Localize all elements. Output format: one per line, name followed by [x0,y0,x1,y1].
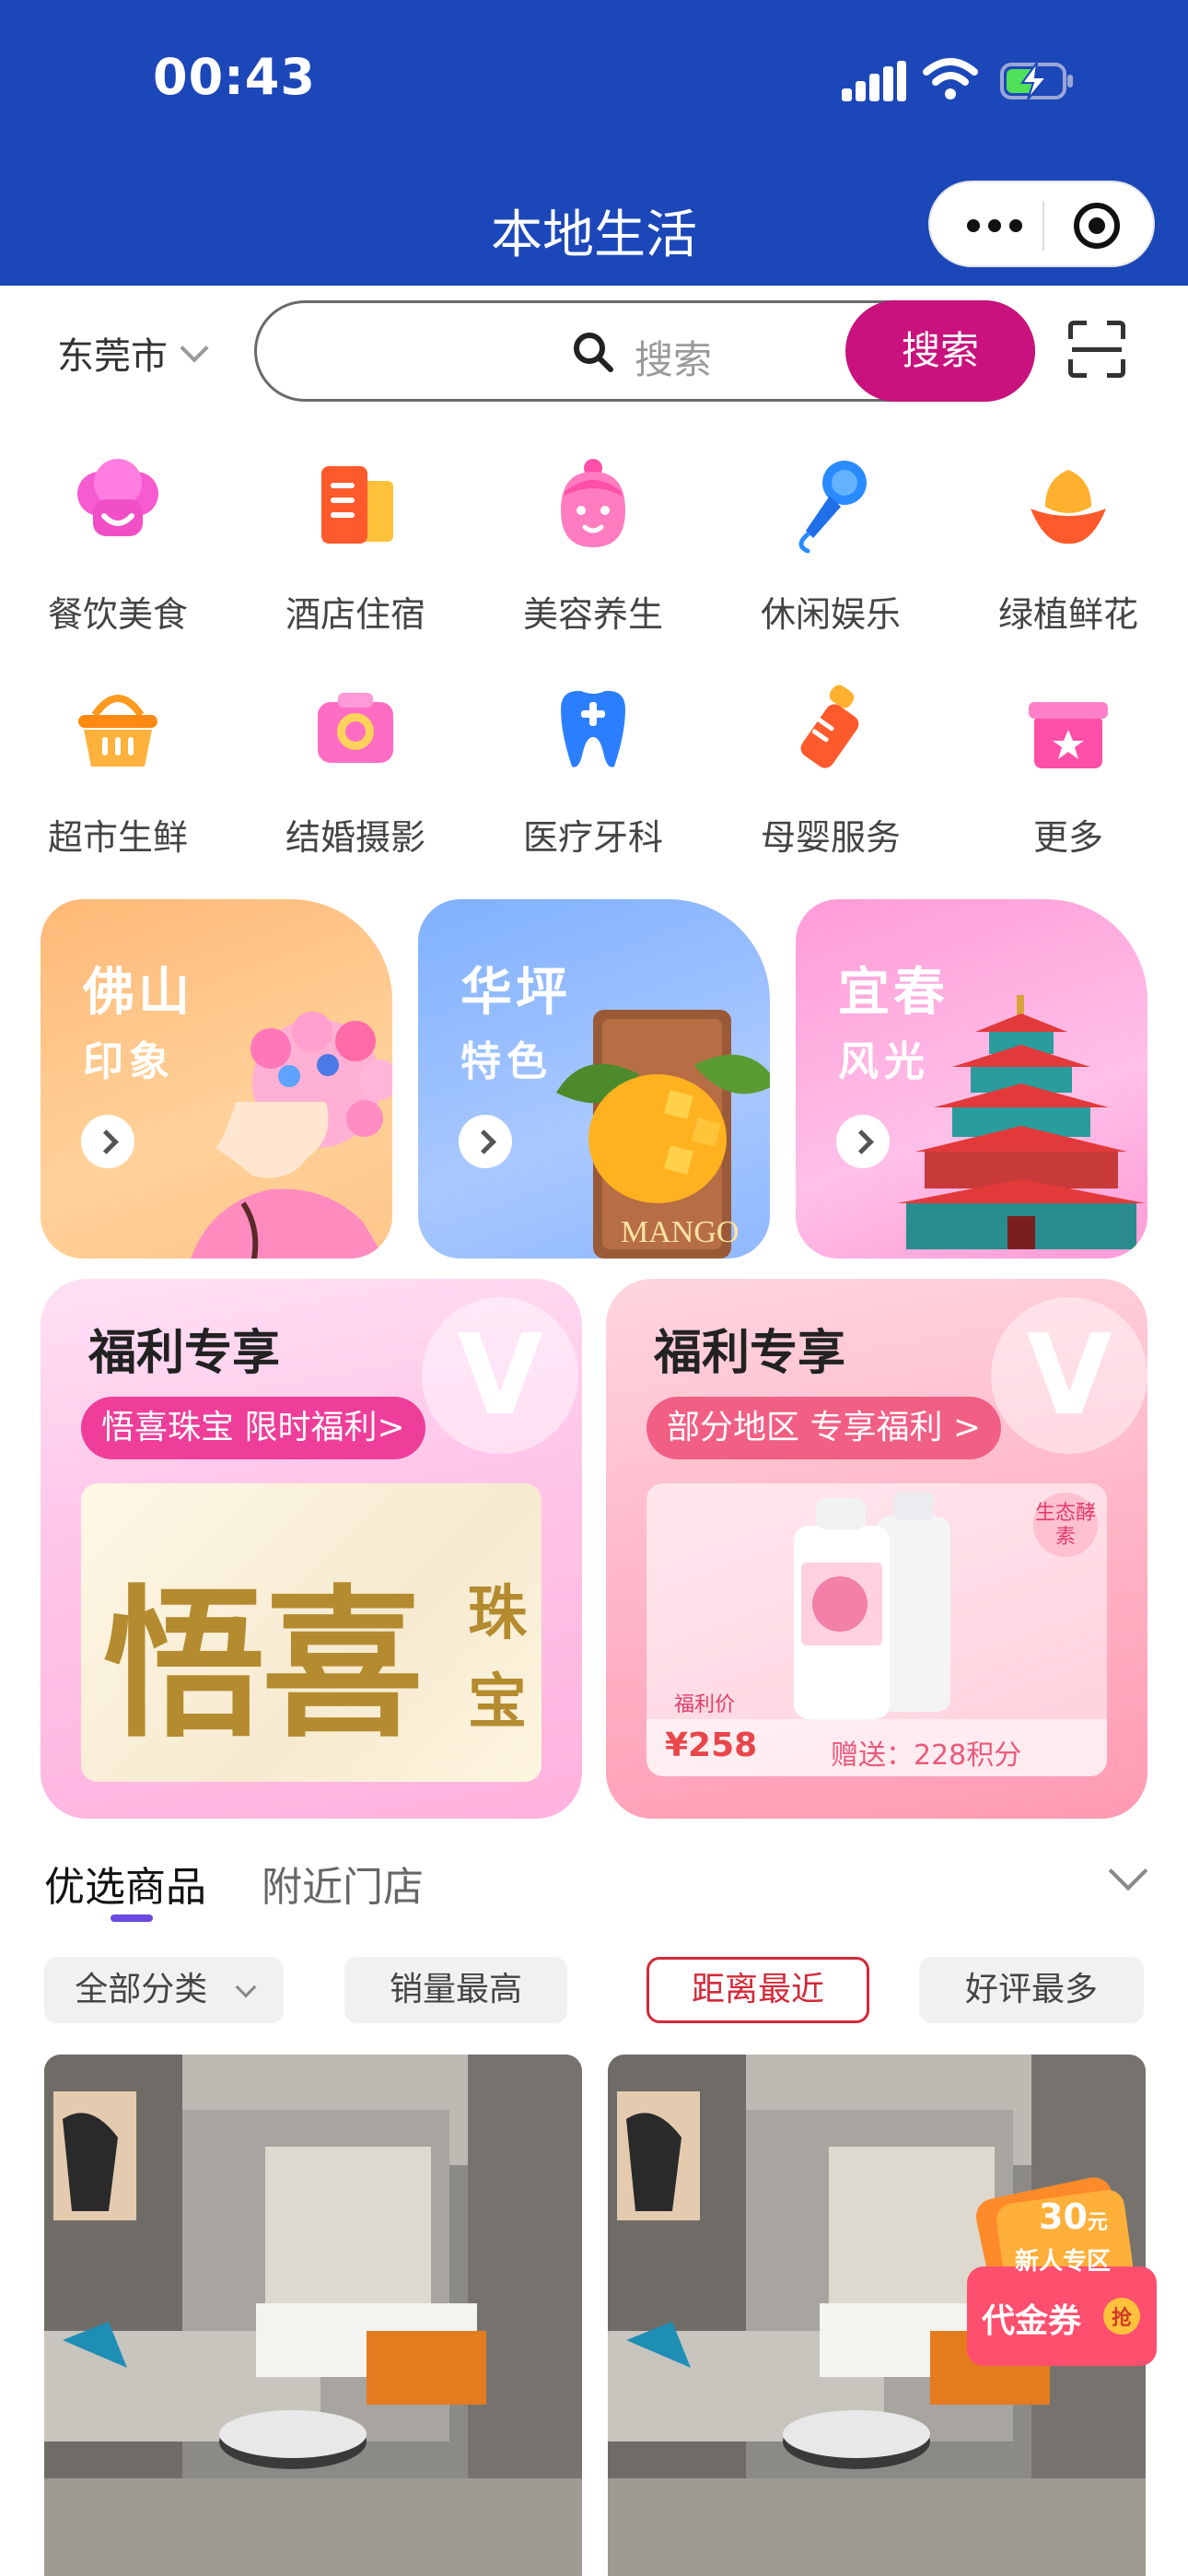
banner-subtitle: 风光 [838,1038,930,1085]
capsule-divider [1042,201,1044,251]
banner-subtitle: 特色 [460,1038,553,1085]
coupon-amount: 30元 [1039,2196,1108,2237]
hotel-room-photo [44,2055,582,2576]
app-header: 00:43 本地生活 [0,0,1188,286]
banner-title: 宜春 [838,963,949,1023]
tab-nearby-stores[interactable]: 附近门店 [262,1854,424,1913]
category-label: 酒店住宿 [285,594,425,635]
city-selector[interactable]: 东莞市 [57,326,209,380]
gift-points: 赠送：228积分 [831,1739,1022,1772]
category-more[interactable]: 更多 [976,678,1160,860]
coupon-grab-badge: 抢 [1111,2307,1132,2330]
price-label: 福利价 [674,1693,736,1716]
filter-label: 全部分类 [75,1971,208,2008]
filter-all-categories[interactable]: 全部分类 [44,1957,284,2023]
miniapp-capsule [928,181,1155,267]
mango-text: MANGO [621,1215,739,1249]
category-label: 超市生鲜 [47,817,188,858]
camera-icon [318,693,393,763]
category-label: 休闲娱乐 [760,594,901,635]
welfare-card-jewelry[interactable]: 福利专享 V 悟喜珠宝 限时福利> 悟喜 珠 宝 [41,1279,582,1819]
vip-badge-icon: V [422,1297,578,1454]
category-wedding-photo[interactable]: 结婚摄影 [263,678,448,860]
category-label: 餐饮美食 [47,594,188,635]
category-label: 绿植鲜花 [997,594,1138,635]
welfare-card-detergent[interactable]: 福利专享 V 部分地区 专享福利 > 生态酵素 福利价 ¥258 赠送：228积… [606,1279,1147,1819]
vip-badge-icon: V [991,1297,1147,1454]
banner-foshan[interactable]: 佛山 印象 [41,899,392,1259]
tab-indicator [111,1914,153,1922]
chevron-down-icon[interactable] [1108,1851,1148,1891]
brand-side-2: 宝 [468,1669,527,1737]
price-strip: 福利价 ¥258 赠送：228积分 [646,1693,1107,1776]
microphone-icon [798,461,867,554]
category-food[interactable]: 餐饮美食 [26,455,210,637]
chevron-down-icon [180,334,209,363]
eco-tag: 生态酵素 [1033,1493,1098,1557]
flower-icon [1031,470,1106,544]
price-value: ¥258 [665,1727,758,1764]
category-maternal[interactable]: 母婴服务 [739,678,923,860]
detergent-bottles-illustration [794,1493,950,1719]
search-button[interactable]: 搜索 [845,300,1035,402]
search-input[interactable]: 搜索 [635,329,712,385]
cellular-signal-icon [842,61,906,101]
filter-top-sales[interactable]: 销量最高 [344,1957,567,2023]
welfare-tag[interactable]: 部分地区 专享福利 > [646,1397,1002,1459]
chevron-down-icon [235,1976,257,1998]
chevron-right-icon[interactable] [459,1115,512,1168]
coupon-floating-button[interactable]: 30元 新人专区 代金券 抢 [963,2169,1160,2371]
scan-icon[interactable] [1068,321,1125,378]
category-leisure[interactable]: 休闲娱乐 [739,455,923,637]
jewelry-brand-image: 悟喜 珠 宝 [81,1483,542,1782]
opera-figure-illustration [191,1012,392,1259]
category-flowers[interactable]: 绿植鲜花 [976,455,1160,637]
wifi-icon [923,58,978,100]
baby-bottle-icon [800,685,859,768]
category-label: 结婚摄影 [285,817,425,858]
status-time: 00:43 [153,48,316,106]
tooth-icon [561,690,625,767]
category-beauty[interactable]: 美容养生 [501,455,685,637]
category-supermarket[interactable]: 超市生鲜 [26,678,210,860]
banner-title: 华坪 [460,963,571,1023]
category-label: 医疗牙科 [522,817,663,858]
filter-nearest[interactable]: 距离最近 [646,1957,869,2023]
banner-subtitle: 印象 [83,1038,175,1085]
close-miniapp-icon[interactable] [1074,203,1120,249]
search-icon [574,333,613,372]
hotel-icon [321,466,393,544]
brand-name: 悟喜 [103,1569,424,1760]
city-name: 东莞市 [57,335,168,378]
chevron-right-icon[interactable] [81,1115,134,1168]
tab-selected-goods[interactable]: 优选商品 [44,1854,206,1913]
filter-top-rated[interactable]: 好评最多 [919,1957,1144,2023]
coupon-subtitle: 新人专区 [1015,2248,1112,2276]
category-label: 美容养生 [522,594,663,635]
product-card-image[interactable] [44,2055,582,2576]
category-hotel[interactable]: 酒店住宿 [263,455,448,637]
category-dental[interactable]: 医疗牙科 [501,678,685,860]
category-label: 更多 [1032,817,1103,858]
welfare-title: 福利专享 [88,1326,281,1381]
search-bar[interactable]: 搜索 搜索 [254,300,1035,402]
basket-icon [78,695,157,767]
banner-huaping[interactable]: MANGO 华坪 特色 [418,899,770,1259]
detergent-product-image: 生态酵素 福利价 ¥258 赠送：228积分 [646,1483,1107,1776]
gift-box-icon [1029,702,1108,768]
more-menu-icon[interactable] [967,219,1022,232]
banner-title: 佛山 [83,963,193,1023]
chevron-right-icon[interactable] [836,1115,890,1168]
welfare-tag[interactable]: 悟喜珠宝 限时福利> [81,1397,425,1459]
brand-side-1: 珠 [468,1580,527,1648]
banner-yichun[interactable]: 宜春 风光 [796,899,1147,1259]
coupon-label: 代金券 [982,2302,1082,2340]
category-label: 母婴服务 [760,817,901,858]
face-mask-icon [561,459,625,547]
welfare-title: 福利专享 [654,1326,846,1381]
chef-hat-icon [77,459,158,536]
battery-charging-icon [1000,62,1073,100]
mango-illustration: MANGO [556,1010,770,1259]
